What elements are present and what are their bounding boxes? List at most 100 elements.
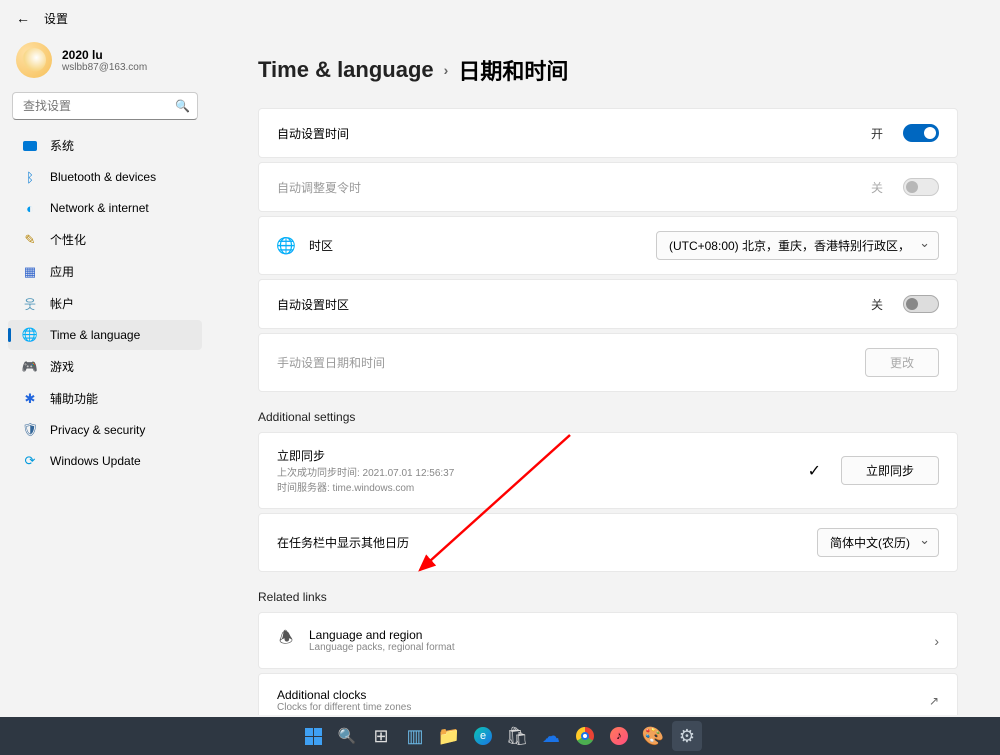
- bluetooth-icon: ᛒ: [22, 169, 38, 185]
- chevron-right-icon: ›: [934, 633, 939, 649]
- taskbar-taskview[interactable]: ⊞: [366, 721, 396, 751]
- taskview-icon: ⊞: [373, 726, 388, 747]
- folder-icon: 📁: [438, 726, 460, 747]
- search-box[interactable]: 🔍: [12, 92, 198, 120]
- nav-network[interactable]: ◐Network & internet: [8, 193, 202, 223]
- breadcrumb: Time & language › 日期和时间: [258, 54, 958, 86]
- row-language-region[interactable]: 🕭 Language and region Language packs, re…: [258, 612, 958, 669]
- toggle-auto-timezone[interactable]: [903, 295, 939, 313]
- sync-server: 时间服务器: time.windows.com: [277, 479, 794, 494]
- nav-privacy[interactable]: 🛡Privacy & security: [8, 415, 202, 445]
- apps-icon: ▦: [22, 264, 38, 280]
- gaming-icon: 🎮: [22, 359, 38, 375]
- breadcrumb-current: 日期和时间: [458, 54, 568, 86]
- nav-windows-update[interactable]: ⟳Windows Update: [8, 446, 202, 476]
- nav-system[interactable]: 系统: [8, 130, 202, 161]
- taskbar-edge[interactable]: e: [468, 721, 498, 751]
- row-manual: 手动设置日期和时间 更改: [258, 333, 958, 392]
- toggle-auto-time[interactable]: [903, 124, 939, 142]
- checkmark-icon: ✓: [808, 461, 821, 481]
- auto-tz-status: 关: [871, 296, 883, 313]
- globe-icon: 🌐: [22, 327, 38, 343]
- app-title: 设置: [44, 10, 68, 27]
- music-icon: ♪: [610, 727, 628, 745]
- taskbar-app2[interactable]: 🎨: [638, 721, 668, 751]
- language-icon: 🕭: [277, 627, 295, 654]
- update-icon: ⟳: [22, 453, 38, 469]
- search-icon: 🔍: [338, 727, 357, 745]
- chrome-icon: [576, 727, 594, 745]
- nav-accessibility[interactable]: ✱辅助功能: [8, 383, 202, 414]
- add-clocks-sub: Clocks for different time zones: [277, 702, 915, 713]
- taskbar-cal-label: 在任务栏中显示其他日历: [277, 534, 803, 551]
- taskbar-store[interactable]: 🛍: [502, 721, 532, 751]
- add-clocks-title: Additional clocks: [277, 688, 915, 702]
- nav-time-language[interactable]: 🌐Time & language: [8, 320, 202, 350]
- lang-region-title: Language and region: [309, 628, 920, 642]
- taskbar-app1[interactable]: ♪: [604, 721, 634, 751]
- back-button[interactable]: ←: [16, 10, 30, 26]
- dst-label: 自动调整夏令时: [277, 179, 857, 196]
- sync-now-button[interactable]: 立即同步: [841, 456, 939, 485]
- row-dst: 自动调整夏令时 关: [258, 162, 958, 212]
- user-block[interactable]: 2020 lu wslbb87@163.com: [4, 36, 206, 92]
- change-button: 更改: [865, 348, 939, 377]
- taskbar-explorer[interactable]: 📁: [434, 721, 464, 751]
- search-icon: 🔍: [175, 99, 190, 113]
- timezone-dropdown[interactable]: (UTC+08:00) 北京，重庆，香港特别行政区，: [656, 231, 939, 260]
- cloud-icon: ☁: [542, 726, 560, 747]
- store-icon: 🛍: [506, 726, 529, 747]
- palette-icon: 🎨: [642, 726, 664, 747]
- nav-apps[interactable]: ▦应用: [8, 256, 202, 287]
- lang-region-sub: Language packs, regional format: [309, 642, 920, 653]
- row-additional-clocks[interactable]: Additional clocks Clocks for different t…: [258, 673, 958, 715]
- sync-last: 上次成功同步时间: 2021.07.01 12:56:37: [277, 464, 794, 479]
- wifi-icon: ◐: [22, 200, 38, 216]
- brush-icon: ✎: [22, 232, 38, 248]
- nav-personalization[interactable]: ✎个性化: [8, 224, 202, 255]
- sidebar: 2020 lu wslbb87@163.com 🔍 系统 ᛒBluetooth …: [0, 36, 210, 477]
- taskbar-widgets[interactable]: ▥: [400, 721, 430, 751]
- search-input[interactable]: [12, 92, 198, 120]
- toggle-dst: [903, 178, 939, 196]
- windows-icon: [305, 728, 322, 745]
- auto-time-status: 开: [871, 125, 883, 142]
- taskbar-chrome[interactable]: [570, 721, 600, 751]
- system-icon: [22, 138, 38, 154]
- taskbar-search[interactable]: 🔍: [332, 721, 362, 751]
- dst-status: 关: [871, 179, 883, 196]
- nav-accounts[interactable]: 웃帐户: [8, 288, 202, 319]
- globe-icon: 🌐: [277, 236, 295, 256]
- edge-icon: e: [474, 727, 492, 745]
- taskbar-cal-dropdown[interactable]: 简体中文(农历): [817, 528, 939, 557]
- row-taskbar-calendar: 在任务栏中显示其他日历 简体中文(农历): [258, 513, 958, 572]
- nav-gaming[interactable]: 🎮游戏: [8, 351, 202, 382]
- manual-label: 手动设置日期和时间: [277, 354, 851, 371]
- main-content: Time & language › 日期和时间 自动设置时间 开 自动调整夏令时…: [258, 40, 958, 715]
- taskbar-settings[interactable]: ⚙: [672, 721, 702, 751]
- auto-tz-label: 自动设置时区: [277, 296, 857, 313]
- user-email: wslbb87@163.com: [62, 62, 147, 73]
- external-link-icon: ↗: [929, 694, 939, 708]
- timezone-label: 时区: [309, 237, 642, 254]
- accounts-icon: 웃: [22, 296, 38, 312]
- section-related: Related links: [258, 590, 958, 604]
- row-auto-timezone: 自动设置时区 关: [258, 279, 958, 329]
- row-auto-time: 自动设置时间 开: [258, 108, 958, 158]
- breadcrumb-parent[interactable]: Time & language: [258, 57, 434, 83]
- chevron-right-icon: ›: [444, 62, 449, 78]
- section-additional: Additional settings: [258, 410, 958, 424]
- shield-icon: 🛡: [22, 422, 38, 438]
- avatar: [16, 42, 52, 78]
- auto-time-label: 自动设置时间: [277, 125, 857, 142]
- nav-bluetooth[interactable]: ᛒBluetooth & devices: [8, 162, 202, 192]
- user-name: 2020 lu: [62, 48, 147, 62]
- accessibility-icon: ✱: [22, 391, 38, 407]
- taskbar-onedrive[interactable]: ☁: [536, 721, 566, 751]
- sync-title: 立即同步: [277, 447, 794, 464]
- gear-icon: ⚙: [679, 726, 695, 747]
- row-timezone: 🌐 时区 (UTC+08:00) 北京，重庆，香港特别行政区，: [258, 216, 958, 275]
- start-button[interactable]: [298, 721, 328, 751]
- taskbar: 🔍 ⊞ ▥ 📁 e 🛍 ☁ ♪ 🎨 ⚙: [0, 717, 1000, 755]
- row-sync: 立即同步 上次成功同步时间: 2021.07.01 12:56:37 时间服务器…: [258, 432, 958, 509]
